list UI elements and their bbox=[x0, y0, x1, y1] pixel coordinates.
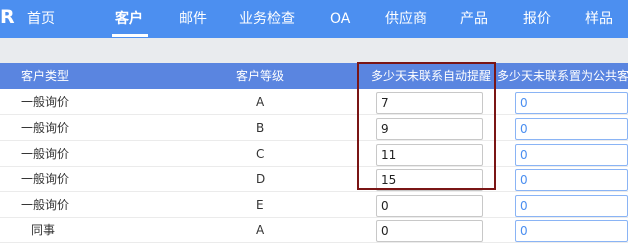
public-days-input[interactable]: 0 bbox=[515, 220, 628, 242]
remind-days-input[interactable]: 0 bbox=[376, 220, 483, 242]
nav-item-oa[interactable]: OA bbox=[330, 0, 350, 38]
nav-item-samples[interactable]: 样品 bbox=[585, 0, 613, 38]
nav-item-mail[interactable]: 邮件 bbox=[179, 0, 207, 38]
remind-days-input[interactable]: 15 bbox=[376, 169, 483, 191]
table-row: 同事 A 0 0 bbox=[0, 218, 628, 243]
table-row: 一般询价 E 0 0 bbox=[0, 193, 628, 218]
header-customer-level: 客户等级 bbox=[236, 69, 285, 83]
public-days-input[interactable]: 0 bbox=[515, 118, 628, 140]
remind-days-input[interactable]: 9 bbox=[376, 118, 483, 140]
public-days-input[interactable]: 0 bbox=[515, 195, 628, 217]
customer-level-cell: A bbox=[256, 223, 265, 237]
customer-level-cell: E bbox=[256, 198, 264, 212]
top-navigation-bar: R 首页 客户 邮件 业务检查 OA 供应商 产品 报价 样品 bbox=[0, 0, 628, 38]
nav-item-suppliers[interactable]: 供应商 bbox=[385, 0, 427, 38]
table-row: 一般询价 A 7 0 bbox=[0, 90, 628, 115]
public-days-input[interactable]: 0 bbox=[515, 144, 628, 166]
remind-days-input[interactable]: 7 bbox=[376, 92, 483, 114]
table-row: 一般询价 B 9 0 bbox=[0, 116, 628, 141]
public-days-input[interactable]: 0 bbox=[515, 169, 628, 191]
table-header: 客户类型 客户等级 多少天未联系自动提醒 多少天未联系置为公共客户 bbox=[0, 63, 628, 89]
nav-item-customers[interactable]: 客户 bbox=[115, 0, 143, 38]
customer-type-cell: 一般询价 bbox=[21, 95, 70, 109]
customer-level-cell: C bbox=[256, 147, 265, 161]
nav-item-quotes[interactable]: 报价 bbox=[523, 0, 551, 38]
remind-days-input[interactable]: 0 bbox=[376, 195, 483, 217]
header-remind-days: 多少天未联系自动提醒 bbox=[371, 69, 492, 83]
table-row: 一般询价 C 11 0 bbox=[0, 142, 628, 167]
customer-level-cell: A bbox=[256, 95, 265, 109]
header-customer-type: 客户类型 bbox=[21, 69, 70, 83]
header-public-days: 多少天未联系置为公共客户 bbox=[497, 69, 628, 83]
nav-item-products[interactable]: 产品 bbox=[460, 0, 488, 38]
customer-type-cell: 一般询价 bbox=[21, 198, 70, 212]
customer-type-cell: 同事 bbox=[31, 223, 56, 237]
customer-type-cell: 一般询价 bbox=[21, 147, 70, 161]
toolbar-area bbox=[0, 38, 628, 63]
nav-item-business-check[interactable]: 业务检查 bbox=[239, 0, 295, 38]
customer-level-cell: B bbox=[256, 121, 265, 135]
active-tab-indicator bbox=[112, 34, 148, 37]
customer-type-cell: 一般询价 bbox=[21, 121, 70, 135]
remind-days-input[interactable]: 11 bbox=[376, 144, 483, 166]
logo: R bbox=[0, 6, 15, 28]
nav-item-home[interactable]: 首页 bbox=[27, 0, 55, 38]
public-days-input[interactable]: 0 bbox=[515, 92, 628, 114]
customer-level-cell: D bbox=[256, 172, 266, 186]
customer-type-cell: 一般询价 bbox=[21, 172, 70, 186]
table-row: 一般询价 D 15 0 bbox=[0, 167, 628, 192]
